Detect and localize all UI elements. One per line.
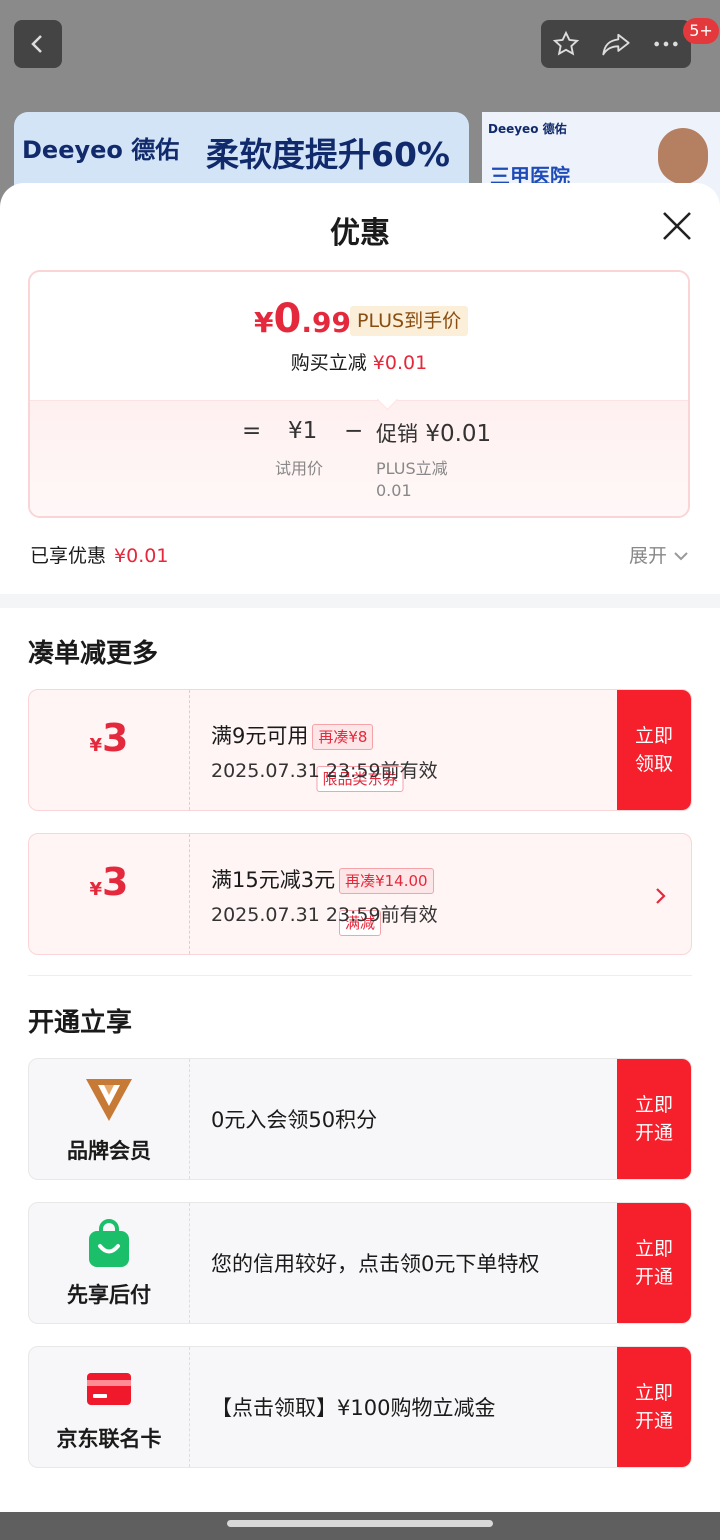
banner-slogan: 柔软度提升60%: [206, 135, 450, 174]
banner-brand: Deeyeo 德佑: [22, 136, 180, 164]
coupon-expiry: 2025.07.31 23:59前有效: [211, 760, 438, 782]
coupon-amount: ¥3: [89, 860, 129, 904]
trial-price-value: ¥1: [288, 418, 318, 444]
notification-badge: 5+: [683, 18, 719, 44]
coupon-condition: 满15元减3元 再凑¥14.00: [211, 864, 434, 894]
perk-label: 京东联名卡: [56, 1427, 162, 1451]
equals-sign: =: [242, 418, 262, 444]
open-section-title: 开通立享: [28, 1008, 133, 1038]
activate-button[interactable]: 立即 开通: [617, 1059, 691, 1179]
section-separator: [0, 594, 720, 608]
perk-card-credit-card[interactable]: 京东联名卡 【点击领取】¥100购物立减金 立即 开通: [28, 1346, 692, 1468]
perk-card-brand-member[interactable]: 品牌会员 0元入会领50积分 立即 开通: [28, 1058, 692, 1180]
perk-description: 0元入会领50积分: [211, 1108, 378, 1132]
more-icon[interactable]: [652, 30, 680, 58]
chevron-left-icon: [31, 35, 42, 53]
perk-card-pay-later[interactable]: 先享后付 您的信用较好，点击领0元下单特权 立即 开通: [28, 1202, 692, 1324]
shopping-bag-icon: [89, 1219, 129, 1267]
coupon-condition: 满9元可用 再凑¥8: [211, 720, 374, 750]
banner-brand-small: Deeyeo 德佑: [488, 122, 567, 136]
chevron-down-icon: [674, 552, 688, 561]
minus-sign: −: [344, 418, 364, 444]
perk-description: 您的信用较好，点击领0元下单特权: [211, 1252, 540, 1276]
sheet-title: 优惠: [330, 216, 390, 251]
perk-description: 【点击领取】¥100购物立减金: [211, 1396, 496, 1420]
price-card: ¥0.99 PLUS到手价 购买立减 ¥0.01 = ¥1 试用价 − 促销 ¥0…: [28, 270, 690, 518]
coupon-card[interactable]: ¥3 满减 满15元减3元 再凑¥14.00 2025.07.31 23:59前有…: [28, 833, 692, 955]
expand-button[interactable]: 展开: [629, 541, 689, 568]
enjoyed-discount: 已享优惠 ¥0.01: [30, 545, 169, 567]
final-price: ¥0.99: [254, 296, 351, 342]
coupon-amount: ¥3: [89, 716, 129, 760]
trial-price-label: 试用价: [275, 459, 324, 478]
perk-label: 品牌会员: [67, 1139, 151, 1163]
brand-member-icon: [86, 1079, 132, 1121]
activate-button[interactable]: 立即 开通: [617, 1203, 691, 1323]
coupon-remaining-tag: 再凑¥14.00: [339, 868, 434, 894]
home-indicator[interactable]: [227, 1520, 493, 1527]
purchase-discount: 购买立减 ¥0.01: [290, 352, 428, 374]
back-button[interactable]: [14, 20, 62, 68]
share-icon[interactable]: [601, 30, 631, 58]
plus-price-tag: PLUS到手价: [350, 306, 469, 336]
divider: [28, 975, 692, 976]
coupon-expiry: 2025.07.31 23:59前有效: [211, 904, 438, 926]
more-section-title: 凑单减更多: [28, 639, 159, 669]
credit-card-icon: [87, 1373, 131, 1405]
coupon-card[interactable]: ¥3 限品类东券 满9元可用 再凑¥8 2025.07.31 23:59前有效 立…: [28, 689, 692, 811]
promo-detail: PLUS立减 0.01: [376, 459, 448, 500]
star-icon[interactable]: [552, 30, 580, 58]
perk-label: 先享后付: [67, 1283, 151, 1307]
promo-value: 促销 ¥0.01: [376, 421, 492, 447]
banner-portrait: [658, 128, 708, 184]
top-actions: [541, 20, 691, 68]
close-icon[interactable]: [660, 209, 694, 243]
claim-coupon-button[interactable]: 立即 领取: [617, 690, 691, 810]
chevron-right-icon[interactable]: [655, 886, 667, 906]
activate-button[interactable]: 立即 开通: [617, 1347, 691, 1467]
discount-sheet: 优惠 ¥0.99 PLUS到手价 购买立减 ¥0.01 = ¥1 试用价 − 促销…: [0, 183, 720, 1513]
coupon-remaining-tag: 再凑¥8: [312, 724, 374, 750]
